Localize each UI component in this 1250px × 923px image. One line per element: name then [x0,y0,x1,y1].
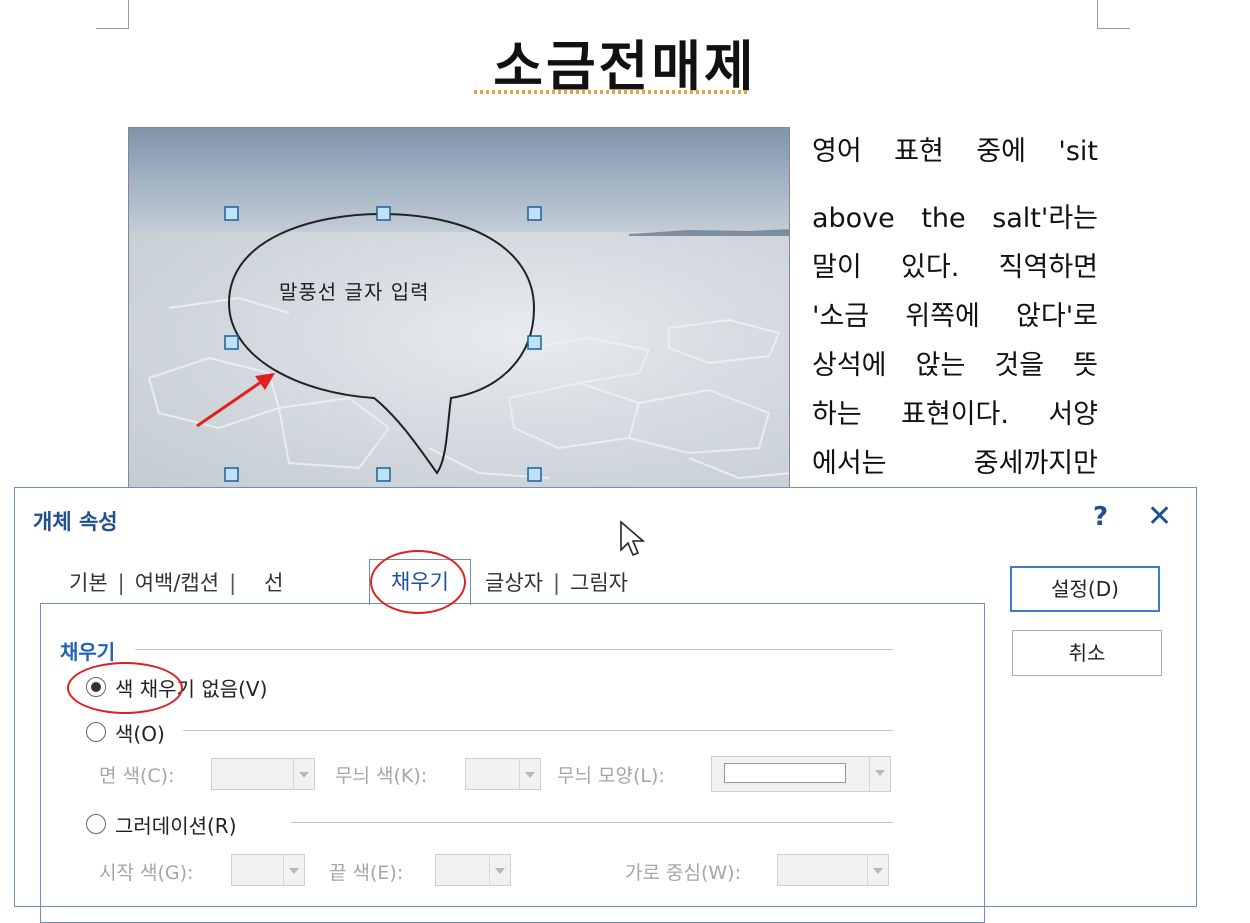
tab-separator: | [117,571,125,595]
horizontal-center-spinner[interactable] [777,854,889,886]
spellcheck-underline [474,90,748,94]
tab-margin-caption[interactable]: 여백/캡션 [135,567,219,597]
tab-textbox[interactable]: 글상자 [485,567,543,597]
chevron-down-icon [283,855,304,885]
face-color-combo[interactable] [211,758,315,790]
body-line: 영어 표현 중에 'sit [812,136,1098,167]
annotation-ellipse-fill-tab [370,550,466,614]
tab-line[interactable]: 선 [264,567,283,597]
body-paragraph[interactable]: 영어 표현 중에 'sit above the salt'라는 말이 있다. 직… [812,130,1098,488]
color-label[interactable]: 색(O) [115,718,165,747]
chevron-down-icon [519,759,540,789]
pattern-shape-label: 무늬 모양(L): [557,765,665,787]
cancel-button[interactable]: 취소 [1012,630,1162,676]
annotation-ellipse-no-fill [67,662,183,714]
help-icon[interactable]: ? [1093,502,1108,532]
chevron-down-icon [293,759,314,789]
gradation-radio[interactable] [86,814,106,834]
body-line: '소금 위쪽에 앉다'로 [812,301,1098,332]
color-radio[interactable] [86,722,106,742]
body-line: 하는 표현이다. 서양 [812,399,1098,430]
body-line: 말이 있다. 직역하면 [812,252,1098,283]
tab-bar-right: 글상자 | 그림자 [485,567,628,597]
dialog-title: 개체 속성 [33,510,118,534]
gradation-label[interactable]: 그러데이션(R) [115,810,237,839]
end-color-combo[interactable] [435,854,511,886]
callout-text[interactable]: 말풍선 글자 입력 [279,276,430,305]
ok-button[interactable]: 설정(D) [1010,566,1160,612]
pattern-swatch [724,763,846,783]
body-line: 상석에 앉는 것을 뜻 [812,350,1098,381]
section-divider [135,649,893,650]
gradation-divider [291,822,893,823]
spinner-arrows-icon [867,855,888,885]
tab-separator: | [552,571,561,595]
tab-bar: 기본 | 여백/캡션 | 선 [69,567,283,597]
body-line: above the salt'라는 [812,203,1098,234]
chevron-down-icon [869,757,890,791]
tab-separator: | [229,571,237,595]
pattern-shape-combo[interactable] [711,756,891,792]
pattern-color-combo[interactable] [465,758,541,790]
tab-shadow[interactable]: 그림자 [570,567,628,597]
end-color-label: 끝 색(E): [329,862,404,884]
photo-overlay [147,206,789,482]
chevron-down-icon [489,855,510,885]
start-color-combo[interactable] [231,854,305,886]
start-color-label: 시작 색(G): [99,862,194,884]
horizontal-center-label: 가로 중심(W): [625,862,741,884]
mouse-pointer-icon [620,520,646,557]
face-color-label: 면 색(C): [99,765,175,787]
color-divider [183,730,893,731]
pattern-color-label: 무늬 색(K): [335,765,428,787]
salt-flat-photo[interactable]: 말풍선 글자 입력 [128,127,790,492]
close-icon[interactable]: ✕ [1147,499,1172,534]
tab-basic[interactable]: 기본 [69,567,108,597]
body-line: 에서는 중세까지만 [812,448,1098,479]
fill-section-label: 채우기 [60,640,116,664]
object-properties-dialog: 개체 속성 ? ✕ 기본 | 여백/캡션 | 선 채우기 글상자 | 그림자 채우기 색 채… [14,487,1197,923]
